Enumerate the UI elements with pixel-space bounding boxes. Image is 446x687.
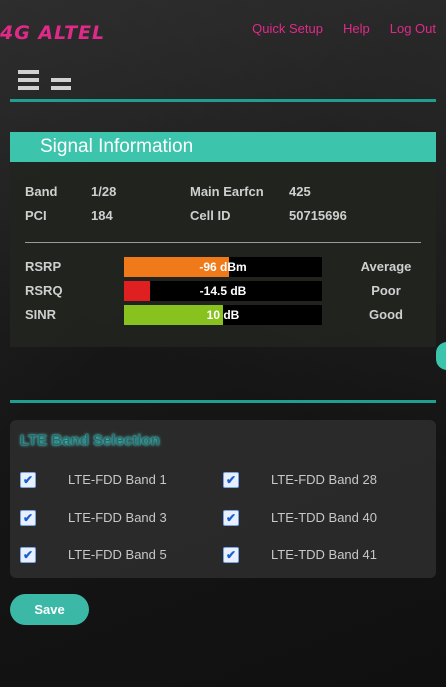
band-label-tdd-41: LTE-TDD Band 41 <box>271 547 377 562</box>
checkbox-tdd-41[interactable]: ✔ <box>223 547 239 563</box>
rsrp-value: -96 dBm <box>199 260 247 274</box>
earfcn-label: Main Earfcn <box>190 184 264 199</box>
checkbox-tdd-40[interactable]: ✔ <box>223 510 239 526</box>
band-label-tdd-40: LTE-TDD Band 40 <box>271 510 377 525</box>
band-value: 1/28 <box>91 184 117 199</box>
rsrq-value: -14.5 dB <box>199 284 247 298</box>
rsrq-meter: RSRQ -14.5 dB Poor <box>25 281 421 301</box>
rsrp-meter: RSRP -96 dBm Average <box>25 257 421 277</box>
save-button[interactable]: Save <box>10 594 89 625</box>
signal-panel: Signal Information Band 1/28 Main Earfcn… <box>10 132 436 347</box>
band-item-fdd-1[interactable]: ✔ LTE-FDD Band 1 <box>20 472 167 488</box>
sinr-value: 10 dB <box>206 308 240 322</box>
header-divider <box>10 99 436 102</box>
band-label: Band <box>25 184 58 199</box>
logout-link[interactable]: Log Out <box>390 21 436 36</box>
checkbox-fdd-1[interactable]: ✔ <box>20 472 36 488</box>
rsrp-label: RSRP <box>25 259 62 274</box>
band-label-fdd-1: LTE-FDD Band 1 <box>68 472 167 487</box>
pci-value: 184 <box>91 208 113 223</box>
top-nav: Quick Setup Help Log Out <box>252 21 436 36</box>
checkbox-fdd-28[interactable]: ✔ <box>223 472 239 488</box>
checkbox-fdd-3[interactable]: ✔ <box>20 510 36 526</box>
earfcn-value: 425 <box>289 184 311 199</box>
menu-icons <box>18 70 71 90</box>
cellid-label: Cell ID <box>190 208 231 223</box>
band-label-fdd-5: LTE-FDD Band 5 <box>68 547 167 562</box>
band-item-tdd-41[interactable]: ✔ LTE-TDD Band 41 <box>223 547 377 563</box>
side-scroll-handle[interactable] <box>436 342 446 370</box>
rsrq-quality: Poor <box>371 283 401 298</box>
page: 4G ALTEL Quick Setup Help Log Out Signal… <box>0 0 446 687</box>
band-item-fdd-5[interactable]: ✔ LTE-FDD Band 5 <box>20 547 167 563</box>
band-panel-title: LTE Band Selection <box>20 432 160 449</box>
band-panel: LTE Band Selection ✔ LTE-FDD Band 1 ✔ LT… <box>10 420 436 578</box>
list-icon[interactable] <box>51 78 71 90</box>
rsrp-quality: Average <box>360 259 412 274</box>
section-divider <box>10 400 436 403</box>
sinr-quality: Good <box>369 307 403 322</box>
menu-icon[interactable] <box>18 70 39 90</box>
signal-panel-title: Signal Information <box>10 132 436 162</box>
sinr-meter: SINR 10 dB Good <box>25 305 421 325</box>
checkbox-fdd-5[interactable]: ✔ <box>20 547 36 563</box>
cellid-value: 50715696 <box>289 208 347 223</box>
rsrq-label: RSRQ <box>25 283 63 298</box>
band-label-fdd-3: LTE-FDD Band 3 <box>68 510 167 525</box>
sinr-bar: 10 dB <box>124 305 322 325</box>
band-item-fdd-3[interactable]: ✔ LTE-FDD Band 3 <box>20 510 167 526</box>
rsrq-bar: -14.5 dB <box>124 281 322 301</box>
sinr-label: SINR <box>25 307 57 322</box>
band-item-tdd-40[interactable]: ✔ LTE-TDD Band 40 <box>223 510 377 526</box>
altel-logo: 4G ALTEL <box>0 22 106 44</box>
info-separator <box>25 242 421 243</box>
band-item-fdd-28[interactable]: ✔ LTE-FDD Band 28 <box>223 472 377 488</box>
pci-label: PCI <box>25 208 47 223</box>
rsrp-bar: -96 dBm <box>124 257 322 277</box>
band-label-fdd-28: LTE-FDD Band 28 <box>271 472 377 487</box>
help-link[interactable]: Help <box>343 21 370 36</box>
quick-setup-link[interactable]: Quick Setup <box>252 21 323 36</box>
